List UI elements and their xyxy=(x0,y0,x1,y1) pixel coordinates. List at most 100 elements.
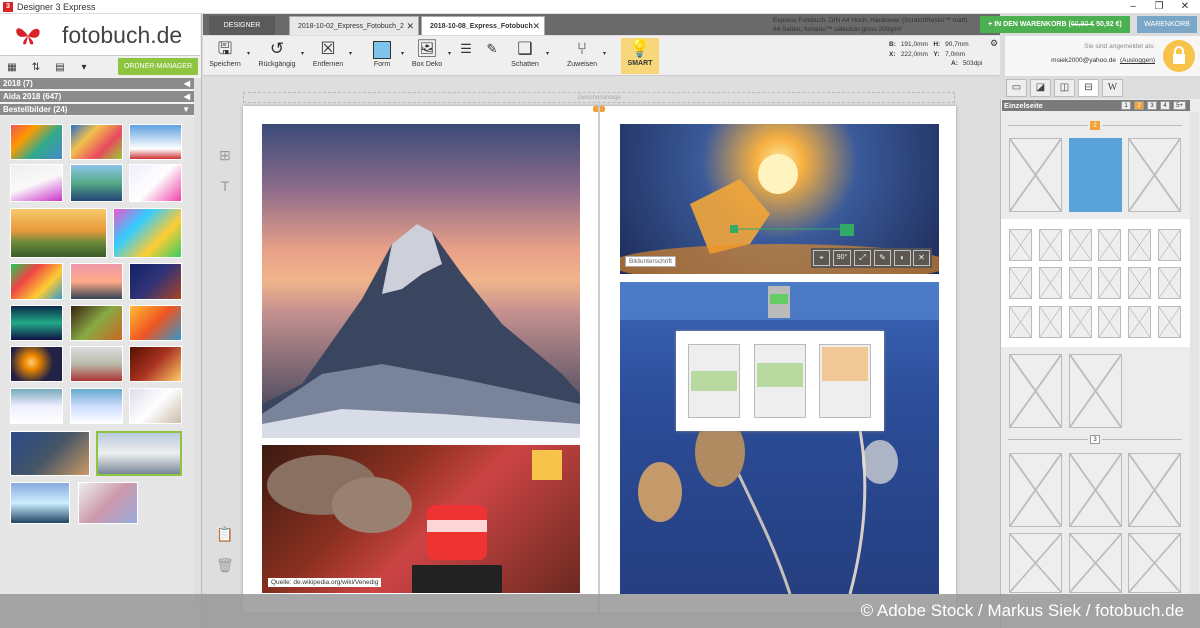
background-tab-icon[interactable]: ◪ xyxy=(1030,79,1051,97)
smart-button[interactable]: 💡 SMART xyxy=(621,38,659,74)
layout-template[interactable] xyxy=(1128,453,1181,527)
layout-template-small[interactable] xyxy=(1128,306,1151,338)
collapse-arrow-icon[interactable]: ◀ xyxy=(184,91,190,102)
shape-button[interactable]: Form ▾ xyxy=(367,38,404,74)
cozy-photo[interactable] xyxy=(262,445,580,593)
thumbnail[interactable] xyxy=(129,305,182,341)
warenkorb-button[interactable]: WARENKORB xyxy=(1137,16,1197,33)
layout-option[interactable] xyxy=(819,344,871,418)
trash-icon[interactable]: 🗑 xyxy=(216,556,234,574)
thumbnail[interactable] xyxy=(10,482,70,524)
logout-link[interactable]: (Ausloggen) xyxy=(1120,57,1155,64)
layout-template[interactable] xyxy=(1009,354,1062,428)
shadow-button[interactable]: ❑ Schatten ▾ xyxy=(508,38,549,74)
layout-template[interactable] xyxy=(1069,453,1122,527)
layout-tab-icon[interactable]: ⊟ xyxy=(1078,79,1099,97)
add-to-cart-button[interactable]: + IN DEN WARENKORB (60,90 € 50,92 €) xyxy=(980,16,1130,33)
caption-placeholder[interactable]: Bildunterschrift xyxy=(625,256,676,267)
minimize-button[interactable]: – xyxy=(1120,0,1146,14)
undo-button[interactable]: ↺ Rückgängig ▾ xyxy=(257,38,304,74)
thumbnail[interactable] xyxy=(129,164,182,202)
layout-template-small[interactable] xyxy=(1158,267,1181,299)
layout-template-small[interactable] xyxy=(1128,229,1151,261)
layout-template-small[interactable] xyxy=(1098,267,1121,299)
focus-icon[interactable]: ⌖ xyxy=(813,250,830,266)
layout-template[interactable] xyxy=(1128,138,1181,212)
folder-aida-2018[interactable]: Aida 2018 (647) ◀ xyxy=(0,91,194,102)
thumbnail[interactable] xyxy=(70,164,123,202)
layout-template[interactable] xyxy=(1009,138,1062,212)
thumbnail[interactable] xyxy=(78,482,138,524)
layout-template-small[interactable] xyxy=(1098,229,1121,261)
text-tab-icon[interactable]: ▭ xyxy=(1006,79,1027,97)
add-text-icon[interactable]: T xyxy=(216,177,234,195)
dropdown-icon[interactable]: ▾ xyxy=(74,60,94,75)
thumbnail[interactable] xyxy=(70,388,123,424)
assign-button[interactable]: ⑂ Zuweisen ▾ xyxy=(565,38,606,74)
folder-bestellbilder[interactable]: Bestellbilder (24) ▼ xyxy=(0,104,194,115)
line-style-button[interactable]: ☰ xyxy=(455,38,473,74)
layout-template-small[interactable] xyxy=(1158,306,1181,338)
thumbnail[interactable] xyxy=(10,346,63,382)
designer-tab[interactable]: DESIGNER xyxy=(209,16,275,35)
expand-arrow-icon[interactable]: ▼ xyxy=(182,104,190,115)
edit-icon[interactable]: ✎ xyxy=(874,250,891,266)
crop-icon[interactable]: ⤢ xyxy=(854,250,871,266)
grid-view-icon[interactable]: ▦ xyxy=(2,60,22,75)
clipboard-dropzone[interactable]: Zwischenablage xyxy=(243,92,955,103)
folder-2018[interactable]: 2018 (7) ◀ xyxy=(0,78,194,89)
paste-icon[interactable]: 📋 xyxy=(216,525,234,543)
layout-template-small[interactable] xyxy=(1039,267,1062,299)
layout-template[interactable] xyxy=(1069,354,1122,428)
layout-template[interactable] xyxy=(1009,533,1062,593)
page-filter-3[interactable]: 3 xyxy=(1147,101,1157,110)
save-button[interactable]: 🖫 Speichern ▾ xyxy=(207,38,250,74)
thumbnail[interactable] xyxy=(10,305,63,341)
close-window-button[interactable]: ✕ xyxy=(1172,0,1198,14)
close-tab-icon[interactable]: ✕ xyxy=(406,17,414,36)
sort-icon[interactable]: ⇅ xyxy=(26,60,46,75)
thumbnail[interactable] xyxy=(10,124,63,160)
layout-template-small[interactable] xyxy=(1069,267,1092,299)
thumbnail[interactable] xyxy=(10,208,107,258)
thumbnail[interactable] xyxy=(129,263,182,300)
layout-template-small[interactable] xyxy=(1039,229,1062,261)
layout-template-small[interactable] xyxy=(1009,306,1032,338)
thumbnail[interactable] xyxy=(70,124,123,160)
page-filter-2[interactable]: 2 xyxy=(1134,101,1144,110)
thumbnail[interactable] xyxy=(10,431,90,476)
close-tab-icon[interactable]: ✕ xyxy=(532,17,540,36)
layout-template-small[interactable] xyxy=(1009,229,1032,261)
thumbnail[interactable] xyxy=(70,305,123,341)
thumbnail[interactable] xyxy=(10,263,63,300)
ordner-manager-button[interactable]: ORDNER-MANAGER xyxy=(118,58,198,75)
left-scrollbar[interactable] xyxy=(194,78,201,608)
layout-template[interactable] xyxy=(1069,138,1122,212)
document-tab[interactable]: 2018-10-02_Express_Fotobuch_2 ✕ xyxy=(289,16,419,35)
layout-option[interactable] xyxy=(754,344,806,418)
layout-template-small[interactable] xyxy=(1069,229,1092,261)
thumbnail[interactable] xyxy=(129,388,182,424)
page-filter-1[interactable]: 1 xyxy=(1121,101,1131,110)
wikipedia-tab[interactable]: W xyxy=(1102,79,1123,97)
remove-button[interactable]: ☒ Entfernen ▾ xyxy=(311,38,352,74)
page-filter-5plus[interactable]: 5+ xyxy=(1173,101,1186,110)
frosted-flowers-photo[interactable] xyxy=(620,282,939,594)
thumbnail[interactable] xyxy=(10,164,63,202)
layout-template[interactable] xyxy=(1069,533,1122,593)
layout-template-small[interactable] xyxy=(1128,267,1151,299)
adjust-icon[interactable]: ◐ xyxy=(894,250,911,266)
layout-template-small[interactable] xyxy=(1098,306,1121,338)
add-image-icon[interactable]: ⊞ xyxy=(216,146,234,164)
layout-icon[interactable]: ▤ xyxy=(50,60,70,75)
maximize-button[interactable]: ❐ xyxy=(1146,0,1172,14)
box-deko-button[interactable]: 🖼 Box Deko ▾ xyxy=(410,38,451,74)
rotate-90-icon[interactable]: 90° xyxy=(833,250,851,266)
thumbnail[interactable] xyxy=(70,346,123,382)
thumbnail[interactable] xyxy=(129,124,182,160)
remove-image-icon[interactable]: ✕ xyxy=(913,250,930,266)
layout-template-small[interactable] xyxy=(1009,267,1032,299)
layout-template[interactable] xyxy=(1128,533,1181,593)
right-scrollbar[interactable] xyxy=(1190,112,1199,594)
layout-template-small[interactable] xyxy=(1069,306,1092,338)
